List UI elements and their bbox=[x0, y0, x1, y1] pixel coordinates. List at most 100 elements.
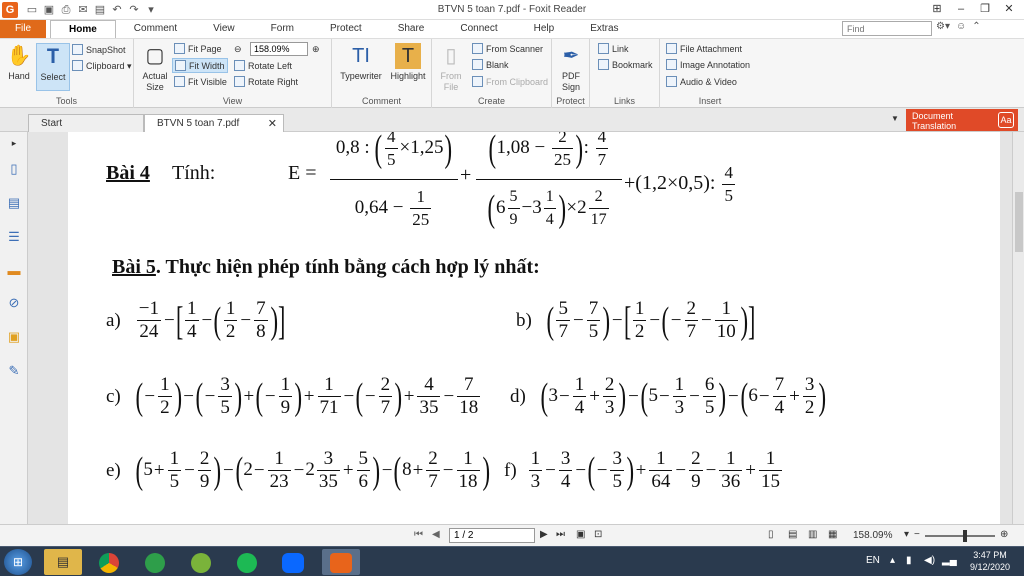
next-page-icon[interactable]: ▶ bbox=[540, 529, 548, 540]
vertical-scrollbar[interactable] bbox=[1012, 132, 1024, 524]
file-attachment-button[interactable]: File Attachment bbox=[666, 42, 742, 57]
page-icon[interactable]: ▤ bbox=[94, 3, 106, 17]
chrome-icon[interactable] bbox=[90, 549, 128, 575]
from-clipboard-button[interactable]: From Clipboard bbox=[472, 75, 548, 90]
signature-icon[interactable]: ✎ bbox=[5, 362, 23, 380]
view-group: ▢ Actual Size Fit Page Fit Width Fit Vis… bbox=[134, 39, 332, 108]
continuous-facing-icon[interactable]: ▦ bbox=[828, 529, 837, 540]
tab-help[interactable]: Help bbox=[516, 20, 573, 39]
language-indicator[interactable]: EN bbox=[866, 555, 880, 566]
tab-home[interactable]: Home bbox=[50, 20, 116, 39]
ribbon: ✋ Hand 𝐓 Select SnapShot Clipboard ▾ Too… bbox=[0, 38, 1024, 108]
fit-width-button[interactable]: Fit Width bbox=[172, 58, 228, 73]
tab-form[interactable]: Form bbox=[253, 20, 312, 39]
open-icon[interactable]: ▭ bbox=[26, 3, 38, 17]
first-page-icon[interactable]: ⏮ bbox=[414, 529, 423, 540]
pdf-sign-button[interactable]: ✒ PDF Sign bbox=[554, 43, 588, 93]
export-icon[interactable]: ⊡ bbox=[594, 529, 602, 540]
rotate-left-button[interactable]: Rotate Left bbox=[234, 59, 292, 74]
email-icon[interactable]: ✉ bbox=[77, 3, 89, 17]
tab-share[interactable]: Share bbox=[380, 20, 443, 39]
document-translation-button[interactable]: Document Translation Aa bbox=[906, 109, 1018, 131]
tray-arrow-icon[interactable]: ▴ bbox=[890, 555, 895, 566]
ribbon-toggle-icon[interactable]: ⊞ bbox=[926, 1, 948, 17]
rotate-right-button[interactable]: Rotate Right bbox=[234, 75, 298, 90]
attachment-icon[interactable]: ⊘ bbox=[5, 294, 23, 312]
quick-access-toolbar: ▭ ▣ ⎙ ✉ ▤ ↶ ↷ ▾ bbox=[26, 3, 157, 17]
zoom-menu-icon[interactable]: ▾ bbox=[904, 529, 909, 540]
view-mode-icon[interactable]: ▣ bbox=[576, 529, 585, 540]
stack-icon[interactable]: ☰ bbox=[5, 228, 23, 246]
tab-list-icon[interactable]: ▼ bbox=[891, 114, 899, 123]
save-icon[interactable]: ▣ bbox=[43, 3, 55, 17]
fit-visible-button[interactable]: Fit Visible bbox=[174, 75, 227, 90]
settings-gear-icon[interactable]: ⚙▾ bbox=[936, 21, 950, 32]
bookmark-button[interactable]: Bookmark bbox=[598, 58, 653, 73]
redo-icon[interactable]: ↷ bbox=[128, 3, 140, 17]
zoom-select[interactable] bbox=[250, 42, 308, 56]
link-button[interactable]: Link bbox=[598, 42, 629, 57]
close-tab-icon[interactable]: ✕ bbox=[268, 115, 277, 133]
highlight-button[interactable]: T Highlight bbox=[388, 43, 428, 81]
tab-view[interactable]: View bbox=[195, 20, 253, 39]
from-file-button[interactable]: ▯ From File bbox=[434, 43, 468, 93]
tab-extras[interactable]: Extras bbox=[572, 20, 636, 39]
spotify-icon[interactable] bbox=[228, 549, 266, 575]
snapshot-button[interactable]: SnapShot bbox=[72, 43, 126, 58]
file-explorer-icon[interactable]: ▤ bbox=[44, 549, 82, 575]
tab-file[interactable]: File bbox=[0, 20, 46, 38]
blank-button[interactable]: Blank bbox=[472, 58, 509, 73]
zoom-in-small-icon[interactable]: ⊕ bbox=[1000, 529, 1008, 540]
clock[interactable]: 3:47 PM 9/12/2020 bbox=[960, 549, 1020, 573]
typewriter-button[interactable]: TI Typewriter bbox=[338, 43, 384, 81]
zoom-out-small-icon[interactable]: − bbox=[914, 529, 920, 540]
page-number-input[interactable] bbox=[449, 528, 535, 543]
facing-icon[interactable]: ▥ bbox=[808, 529, 817, 540]
network-icon[interactable]: ▮ bbox=[906, 555, 912, 566]
customize-icon[interactable]: ▾ bbox=[145, 3, 157, 17]
start-button[interactable]: ⊞ bbox=[4, 549, 32, 575]
audio-video-button[interactable]: Audio & Video bbox=[666, 75, 737, 90]
hand-button[interactable]: ✋ Hand bbox=[2, 43, 36, 81]
tab-protect[interactable]: Protect bbox=[312, 20, 380, 39]
bai5-title: Bài 5 bbox=[112, 256, 156, 278]
minimize-ribbon-icon[interactable]: ⌃ bbox=[972, 21, 980, 32]
image-annotation-button[interactable]: Image Annotation bbox=[666, 58, 750, 73]
doc-tab-file[interactable]: BTVN 5 toan 7.pdf ✕ bbox=[144, 114, 284, 132]
tab-comment[interactable]: Comment bbox=[116, 20, 195, 39]
restore-button[interactable]: ❐ bbox=[974, 1, 996, 17]
zoom-in-icon[interactable]: ⊕ bbox=[312, 42, 320, 57]
close-button[interactable]: ✕ bbox=[998, 1, 1020, 17]
print-icon[interactable]: ⎙ bbox=[60, 3, 72, 17]
from-scanner-button[interactable]: From Scanner bbox=[472, 42, 543, 57]
minimize-button[interactable]: – bbox=[950, 1, 972, 17]
clipboard-button[interactable]: Clipboard ▾ bbox=[72, 59, 132, 74]
lock-icon[interactable]: ▣ bbox=[5, 328, 23, 346]
select-button[interactable]: 𝐓 Select bbox=[36, 43, 70, 91]
signal-icon[interactable]: ▂▄ bbox=[942, 555, 957, 566]
fit-page-button[interactable]: Fit Page bbox=[174, 42, 222, 57]
layers-icon[interactable]: ▤ bbox=[5, 194, 23, 212]
zoom-slider[interactable] bbox=[925, 530, 995, 542]
zoom-slider-knob[interactable] bbox=[963, 530, 967, 542]
actual-size-button[interactable]: ▢ Actual Size bbox=[140, 43, 170, 93]
zalo-icon[interactable] bbox=[274, 549, 312, 575]
continuous-icon[interactable]: ▤ bbox=[788, 529, 797, 540]
user-icon[interactable]: ☺ bbox=[956, 21, 966, 32]
comments-icon[interactable]: ▬ bbox=[5, 262, 23, 280]
single-page-icon[interactable]: ▯ bbox=[768, 529, 774, 540]
pages-icon[interactable]: ▯ bbox=[5, 160, 23, 178]
last-page-icon[interactable]: ⏭ bbox=[556, 529, 565, 540]
volume-icon[interactable]: ◀) bbox=[924, 555, 935, 566]
zoom-out-icon[interactable]: ⊖ bbox=[234, 42, 242, 57]
coccoc-icon[interactable] bbox=[136, 549, 174, 575]
foxit-taskbar-icon[interactable] bbox=[322, 549, 360, 575]
green-app-icon[interactable] bbox=[182, 549, 220, 575]
search-input[interactable] bbox=[842, 21, 932, 36]
prev-page-icon[interactable]: ◀ bbox=[432, 529, 440, 540]
tab-connect[interactable]: Connect bbox=[442, 20, 515, 39]
scroll-thumb[interactable] bbox=[1015, 192, 1023, 252]
expand-panel-icon[interactable]: ▸ bbox=[5, 134, 23, 152]
doc-tab-start[interactable]: Start bbox=[28, 114, 144, 132]
undo-icon[interactable]: ↶ bbox=[111, 3, 123, 17]
